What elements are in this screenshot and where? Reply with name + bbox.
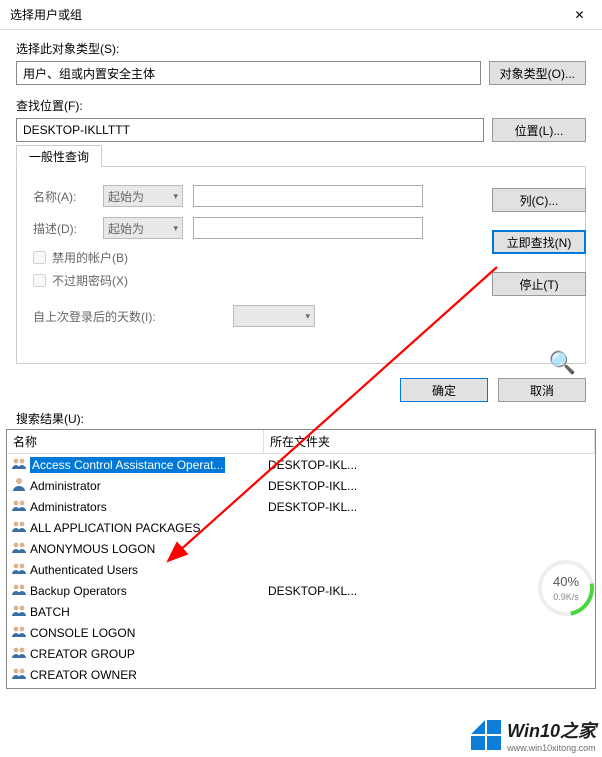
ok-button[interactable]: 确定 bbox=[400, 378, 488, 402]
days-label: 自上次登录后的天数(I): bbox=[33, 308, 173, 325]
windows-logo-icon bbox=[471, 720, 501, 750]
table-body: Access Control Assistance Operat...DESKT… bbox=[7, 454, 595, 689]
name-label: 名称(A): bbox=[33, 188, 93, 205]
speed-gauge: 40% 0.9K/s bbox=[538, 560, 594, 616]
cell-folder: DESKTOP-IKL... bbox=[264, 500, 595, 514]
group-icon bbox=[11, 623, 27, 642]
close-button[interactable]: ✕ bbox=[557, 0, 602, 30]
cell-name: Cryptographic Operators bbox=[7, 686, 264, 689]
magnifier-icon: 🔍 bbox=[549, 350, 576, 376]
cell-name: Administrators bbox=[7, 497, 264, 516]
noexpire-password-checkbox[interactable] bbox=[33, 274, 46, 287]
location-button[interactable]: 位置(L)... bbox=[492, 118, 586, 142]
location-label: 查找位置(F): bbox=[16, 97, 586, 114]
group-icon bbox=[11, 602, 27, 621]
gauge-rate: 0.9K/s bbox=[538, 592, 594, 602]
group-icon bbox=[11, 686, 27, 689]
table-row[interactable]: BATCH bbox=[7, 601, 595, 622]
table-row[interactable]: AdministratorDESKTOP-IKL... bbox=[7, 475, 595, 496]
table-row[interactable]: CREATOR OWNER bbox=[7, 664, 595, 685]
cell-name: CONSOLE LOGON bbox=[7, 623, 264, 642]
col-name[interactable]: 名称 bbox=[7, 430, 264, 453]
user-icon bbox=[11, 476, 27, 495]
cell-name: CREATOR OWNER bbox=[7, 665, 264, 684]
desc-label: 描述(D): bbox=[33, 220, 93, 237]
disabled-accounts-label: 禁用的帐户(B) bbox=[52, 249, 128, 266]
window-title: 选择用户或组 bbox=[10, 6, 82, 23]
table-row[interactable]: Cryptographic OperatorsDESKTOP-IKL... bbox=[7, 685, 595, 689]
cell-name: BATCH bbox=[7, 602, 264, 621]
location-field: DESKTOP-IKLLTTT bbox=[16, 118, 484, 142]
name-input[interactable] bbox=[193, 185, 423, 207]
noexpire-password-label: 不过期密码(X) bbox=[52, 272, 128, 289]
cell-name: CREATOR GROUP bbox=[7, 644, 264, 663]
disabled-accounts-checkbox[interactable] bbox=[33, 251, 46, 264]
cell-folder: DESKTOP-IKL... bbox=[264, 458, 595, 472]
group-icon bbox=[11, 644, 27, 663]
cell-folder: DESKTOP-IKL... bbox=[264, 689, 595, 690]
desc-input[interactable] bbox=[193, 217, 423, 239]
cell-name: Backup Operators bbox=[7, 581, 264, 600]
results-label: 搜索结果(U): bbox=[0, 410, 602, 429]
object-type-button[interactable]: 对象类型(O)... bbox=[489, 61, 586, 85]
name-match-select[interactable]: 起始为 ▾ bbox=[103, 185, 183, 207]
group-icon bbox=[11, 539, 27, 558]
cell-name: Administrator bbox=[7, 476, 264, 495]
watermark-brand: Win10之家 bbox=[507, 717, 596, 743]
col-folder[interactable]: 所在文件夹 bbox=[264, 430, 595, 453]
side-button-stack: 列(C)... 立即查找(N) 停止(T) bbox=[492, 188, 586, 296]
columns-button[interactable]: 列(C)... bbox=[492, 188, 586, 212]
cell-name: Access Control Assistance Operat... bbox=[7, 455, 264, 474]
object-type-field: 用户、组或内置安全主体 bbox=[16, 61, 481, 85]
group-icon bbox=[11, 560, 27, 579]
gauge-percent: 40% bbox=[538, 574, 594, 589]
stop-button[interactable]: 停止(T) bbox=[492, 272, 586, 296]
watermark-url: www.win10xitong.com bbox=[507, 743, 596, 753]
desc-match-select[interactable]: 起始为 ▾ bbox=[103, 217, 183, 239]
cancel-button[interactable]: 取消 bbox=[498, 378, 586, 402]
table-row[interactable]: Authenticated Users bbox=[7, 559, 595, 580]
close-icon: ✕ bbox=[574, 8, 584, 22]
cell-name: Authenticated Users bbox=[7, 560, 264, 579]
table-row[interactable]: AdministratorsDESKTOP-IKL... bbox=[7, 496, 595, 517]
table-row[interactable]: ALL APPLICATION PACKAGES bbox=[7, 517, 595, 538]
chevron-down-icon: ▾ bbox=[173, 191, 178, 202]
table-row[interactable]: CONSOLE LOGON bbox=[7, 622, 595, 643]
cell-name: ALL APPLICATION PACKAGES bbox=[7, 518, 264, 537]
group-icon bbox=[11, 581, 27, 600]
chevron-down-icon: ▾ bbox=[305, 311, 310, 322]
cell-folder: DESKTOP-IKL... bbox=[264, 479, 595, 493]
tab-general[interactable]: 一般性查询 bbox=[16, 145, 102, 167]
table-row[interactable]: CREATOR GROUP bbox=[7, 643, 595, 664]
group-icon bbox=[11, 518, 27, 537]
dialog-footer: 确定 取消 bbox=[0, 378, 586, 402]
group-icon bbox=[11, 665, 27, 684]
table-row[interactable]: Access Control Assistance Operat...DESKT… bbox=[7, 454, 595, 475]
watermark-logo: Win10之家 www.win10xitong.com bbox=[471, 717, 596, 753]
table-row[interactable]: ANONYMOUS LOGON bbox=[7, 538, 595, 559]
group-icon bbox=[11, 455, 27, 474]
table-row[interactable]: Backup OperatorsDESKTOP-IKL... bbox=[7, 580, 595, 601]
titlebar: 选择用户或组 ✕ bbox=[0, 0, 602, 30]
find-now-button[interactable]: 立即查找(N) bbox=[492, 230, 586, 254]
group-icon bbox=[11, 497, 27, 516]
results-table: 名称 所在文件夹 Access Control Assistance Opera… bbox=[6, 429, 596, 689]
cell-name: ANONYMOUS LOGON bbox=[7, 539, 264, 558]
table-header: 名称 所在文件夹 bbox=[7, 430, 595, 454]
chevron-down-icon: ▾ bbox=[173, 223, 178, 234]
days-select[interactable]: ▾ bbox=[233, 305, 315, 327]
object-type-label: 选择此对象类型(S): bbox=[16, 40, 586, 57]
